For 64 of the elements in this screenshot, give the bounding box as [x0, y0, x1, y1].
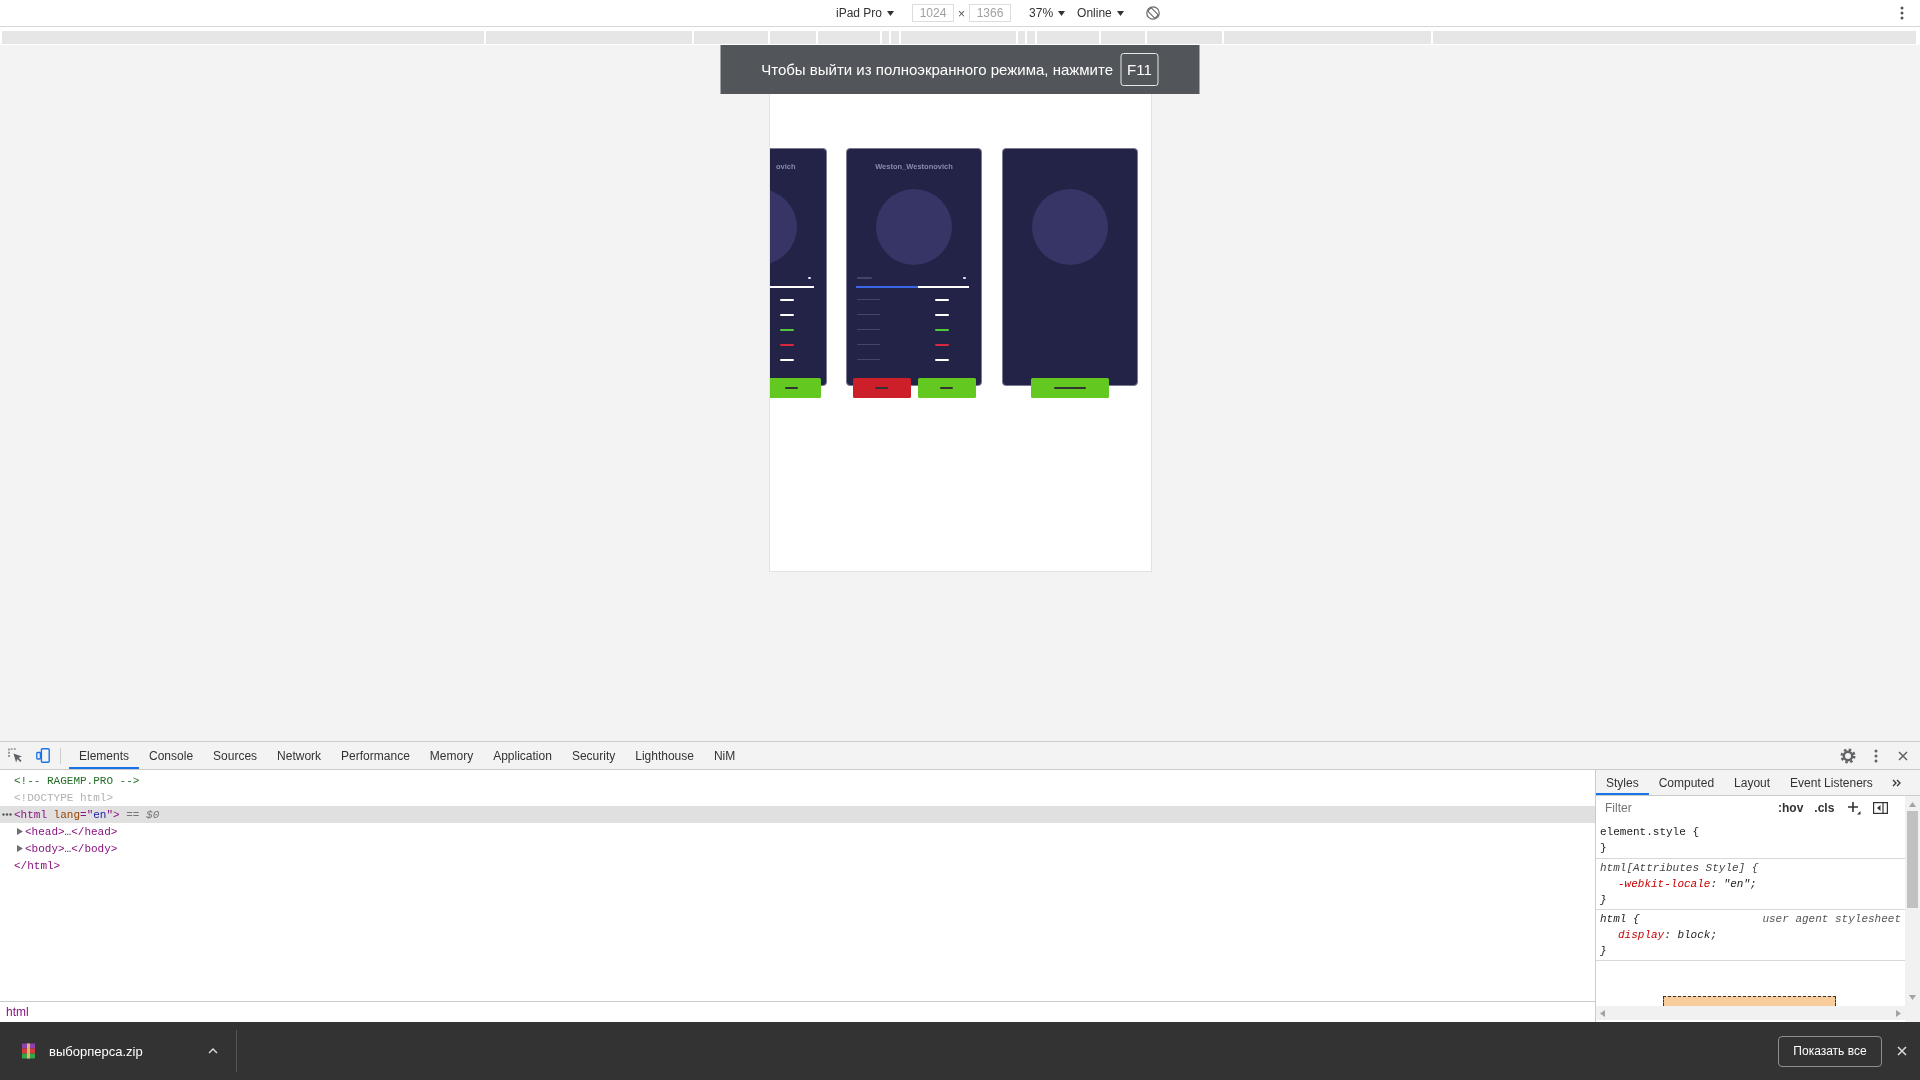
show-all-button[interactable]: Показать все: [1778, 1035, 1882, 1067]
more-dots-icon[interactable]: [2, 813, 12, 816]
blurred-text-icon: [857, 313, 880, 316]
style-toggle-button[interactable]: :hov: [1778, 801, 1804, 815]
rule-closing-brace: }: [1600, 841, 1607, 856]
device-toggle-icon[interactable]: [36, 748, 50, 763]
dom-tree-row[interactable]: <body>…</body>: [0, 840, 1595, 857]
css-declaration: -webkit-locale: "en";: [1617, 877, 1757, 892]
sidebar-tab[interactable]: Styles: [1596, 770, 1649, 795]
blurred-text-icon: [857, 328, 880, 331]
book-stack-icon[interactable]: [21, 1043, 36, 1059]
blurred-text-icon: [857, 358, 880, 361]
expand-triangle-icon[interactable]: [17, 828, 23, 835]
panel-tab[interactable]: NiM: [703, 742, 746, 769]
cursor-select-icon[interactable]: [8, 748, 23, 763]
kebab-menu-icon[interactable]: [1874, 748, 1878, 763]
panel-tab[interactable]: Network: [267, 742, 332, 769]
expand-triangle-icon[interactable]: [17, 845, 23, 852]
panel-tab[interactable]: Memory: [419, 742, 484, 769]
breadcrumb-item[interactable]: html: [6, 1005, 29, 1019]
circle-slash-icon[interactable]: [1145, 6, 1160, 20]
stylesheet-source: user agent stylesheet: [1762, 912, 1901, 927]
rule-closing-brace: }: [1600, 944, 1607, 959]
caret-icon: [1116, 10, 1124, 16]
css-declaration: display: block;: [1617, 928, 1718, 943]
panel-tab[interactable]: Application: [483, 742, 562, 769]
sidebar-tab[interactable]: Computed: [1648, 770, 1725, 795]
download-file-name[interactable]: выборперса.zip: [49, 1043, 143, 1059]
card-action-button[interactable]: [769, 378, 821, 398]
dimension-separator: ×: [958, 7, 966, 21]
plus-icon[interactable]: [1847, 801, 1862, 815]
blurred-text-icon: [857, 343, 880, 346]
panel-tab[interactable]: Security: [561, 742, 626, 769]
settings-icon[interactable]: [1840, 747, 1856, 764]
rule-closing-brace: }: [1600, 893, 1607, 908]
close-icon[interactable]: [1898, 750, 1908, 761]
css-selector: element.style {: [1600, 825, 1700, 840]
caret-icon: [1058, 10, 1066, 16]
blurred-text-icon: [857, 298, 880, 301]
kebab-menu-icon[interactable]: [1900, 6, 1904, 20]
zoom-select[interactable]: 37%: [1029, 6, 1066, 20]
double-chevron-icon[interactable]: [1891, 778, 1901, 787]
dom-tree-row[interactable]: <!-- RAGEMP.PRO -->: [0, 772, 1595, 789]
panel-tab[interactable]: Performance: [331, 742, 420, 769]
css-selector: html[Attributes Style] {: [1600, 861, 1759, 876]
panel-tab[interactable]: Sources: [203, 742, 268, 769]
css-selector: html {: [1600, 912, 1640, 927]
notice-text: Чтобы выйти из полноэкранного режима, нажмите: [761, 61, 1114, 78]
chevron-up-icon[interactable]: [208, 1048, 218, 1054]
dom-tree-row[interactable]: <head>…</head>: [0, 823, 1595, 840]
throttling-select[interactable]: Online: [1077, 6, 1124, 20]
card-action-button[interactable]: [1030, 378, 1109, 398]
panel-tab[interactable]: Console: [139, 742, 204, 769]
device-select[interactable]: iPad Pro: [836, 6, 895, 20]
panel-tab[interactable]: Elements: [69, 742, 140, 769]
panel-tab[interactable]: Lighthouse: [625, 742, 704, 769]
sidebar-toggle-icon[interactable]: [1873, 802, 1889, 814]
caret-icon: [887, 10, 895, 16]
card-action-button[interactable]: [917, 378, 976, 398]
sidebar-tab[interactable]: Event Listeners: [1780, 770, 1883, 795]
style-toggle-button[interactable]: .cls: [1814, 801, 1835, 815]
dom-tree-row[interactable]: <html lang="en"> == $0: [0, 806, 1595, 823]
sidebar-tab[interactable]: Layout: [1724, 770, 1781, 795]
markup-text: </html>: [14, 859, 61, 872]
